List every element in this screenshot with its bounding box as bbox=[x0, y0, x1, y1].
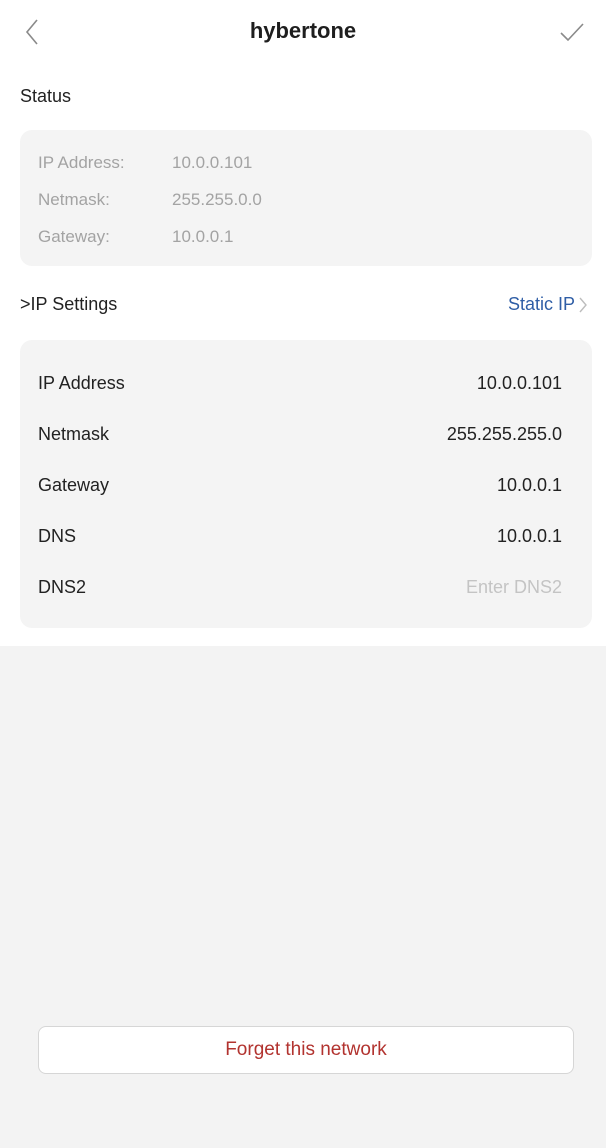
status-key: Gateway: bbox=[38, 227, 110, 246]
status-value: 10.0.0.1 bbox=[172, 227, 234, 246]
field-label: DNS bbox=[38, 526, 77, 546]
ip-mode-value: Static IP bbox=[507, 294, 575, 314]
page-title: hybertone bbox=[249, 18, 357, 43]
field-gateway: Gateway bbox=[20, 460, 592, 510]
field-label: IP Address bbox=[38, 373, 125, 393]
field-ip-address: IP Address bbox=[20, 358, 592, 408]
checkmark-icon bbox=[560, 23, 584, 42]
ip-address-input[interactable] bbox=[302, 373, 562, 394]
field-dns2: DNS2 bbox=[20, 562, 592, 612]
status-value: 10.0.0.101 bbox=[172, 153, 253, 172]
chevron-right-icon bbox=[579, 296, 588, 314]
ip-settings-card: IP Address Netmask Gateway DNS DNS2 bbox=[20, 340, 592, 628]
field-label: Netmask bbox=[38, 424, 110, 444]
ip-settings-label: >IP Settings bbox=[20, 294, 118, 314]
gateway-input[interactable] bbox=[302, 475, 562, 496]
confirm-button[interactable] bbox=[552, 12, 592, 52]
field-label: Gateway bbox=[38, 475, 110, 495]
dns-input[interactable] bbox=[302, 526, 562, 547]
status-card: IP Address: 10.0.0.101 Netmask: 255.255.… bbox=[20, 130, 592, 266]
settings-panel: hybertone Status IP Address: 10.0.0.101 … bbox=[0, 0, 606, 646]
status-key: IP Address: bbox=[38, 153, 125, 172]
status-value: 255.255.0.0 bbox=[172, 190, 262, 209]
navigation-bar: hybertone bbox=[0, 0, 606, 66]
status-section-label: Status bbox=[20, 86, 72, 106]
field-dns: DNS bbox=[20, 511, 592, 561]
netmask-input[interactable] bbox=[302, 424, 562, 445]
field-label: DNS2 bbox=[38, 577, 87, 597]
status-key: Netmask: bbox=[38, 190, 110, 209]
field-netmask: Netmask bbox=[20, 409, 592, 459]
dns2-input[interactable] bbox=[302, 577, 562, 598]
ip-mode-selector[interactable]: Static IP bbox=[508, 294, 588, 315]
forget-network-button[interactable]: Forget this network bbox=[38, 1026, 574, 1074]
